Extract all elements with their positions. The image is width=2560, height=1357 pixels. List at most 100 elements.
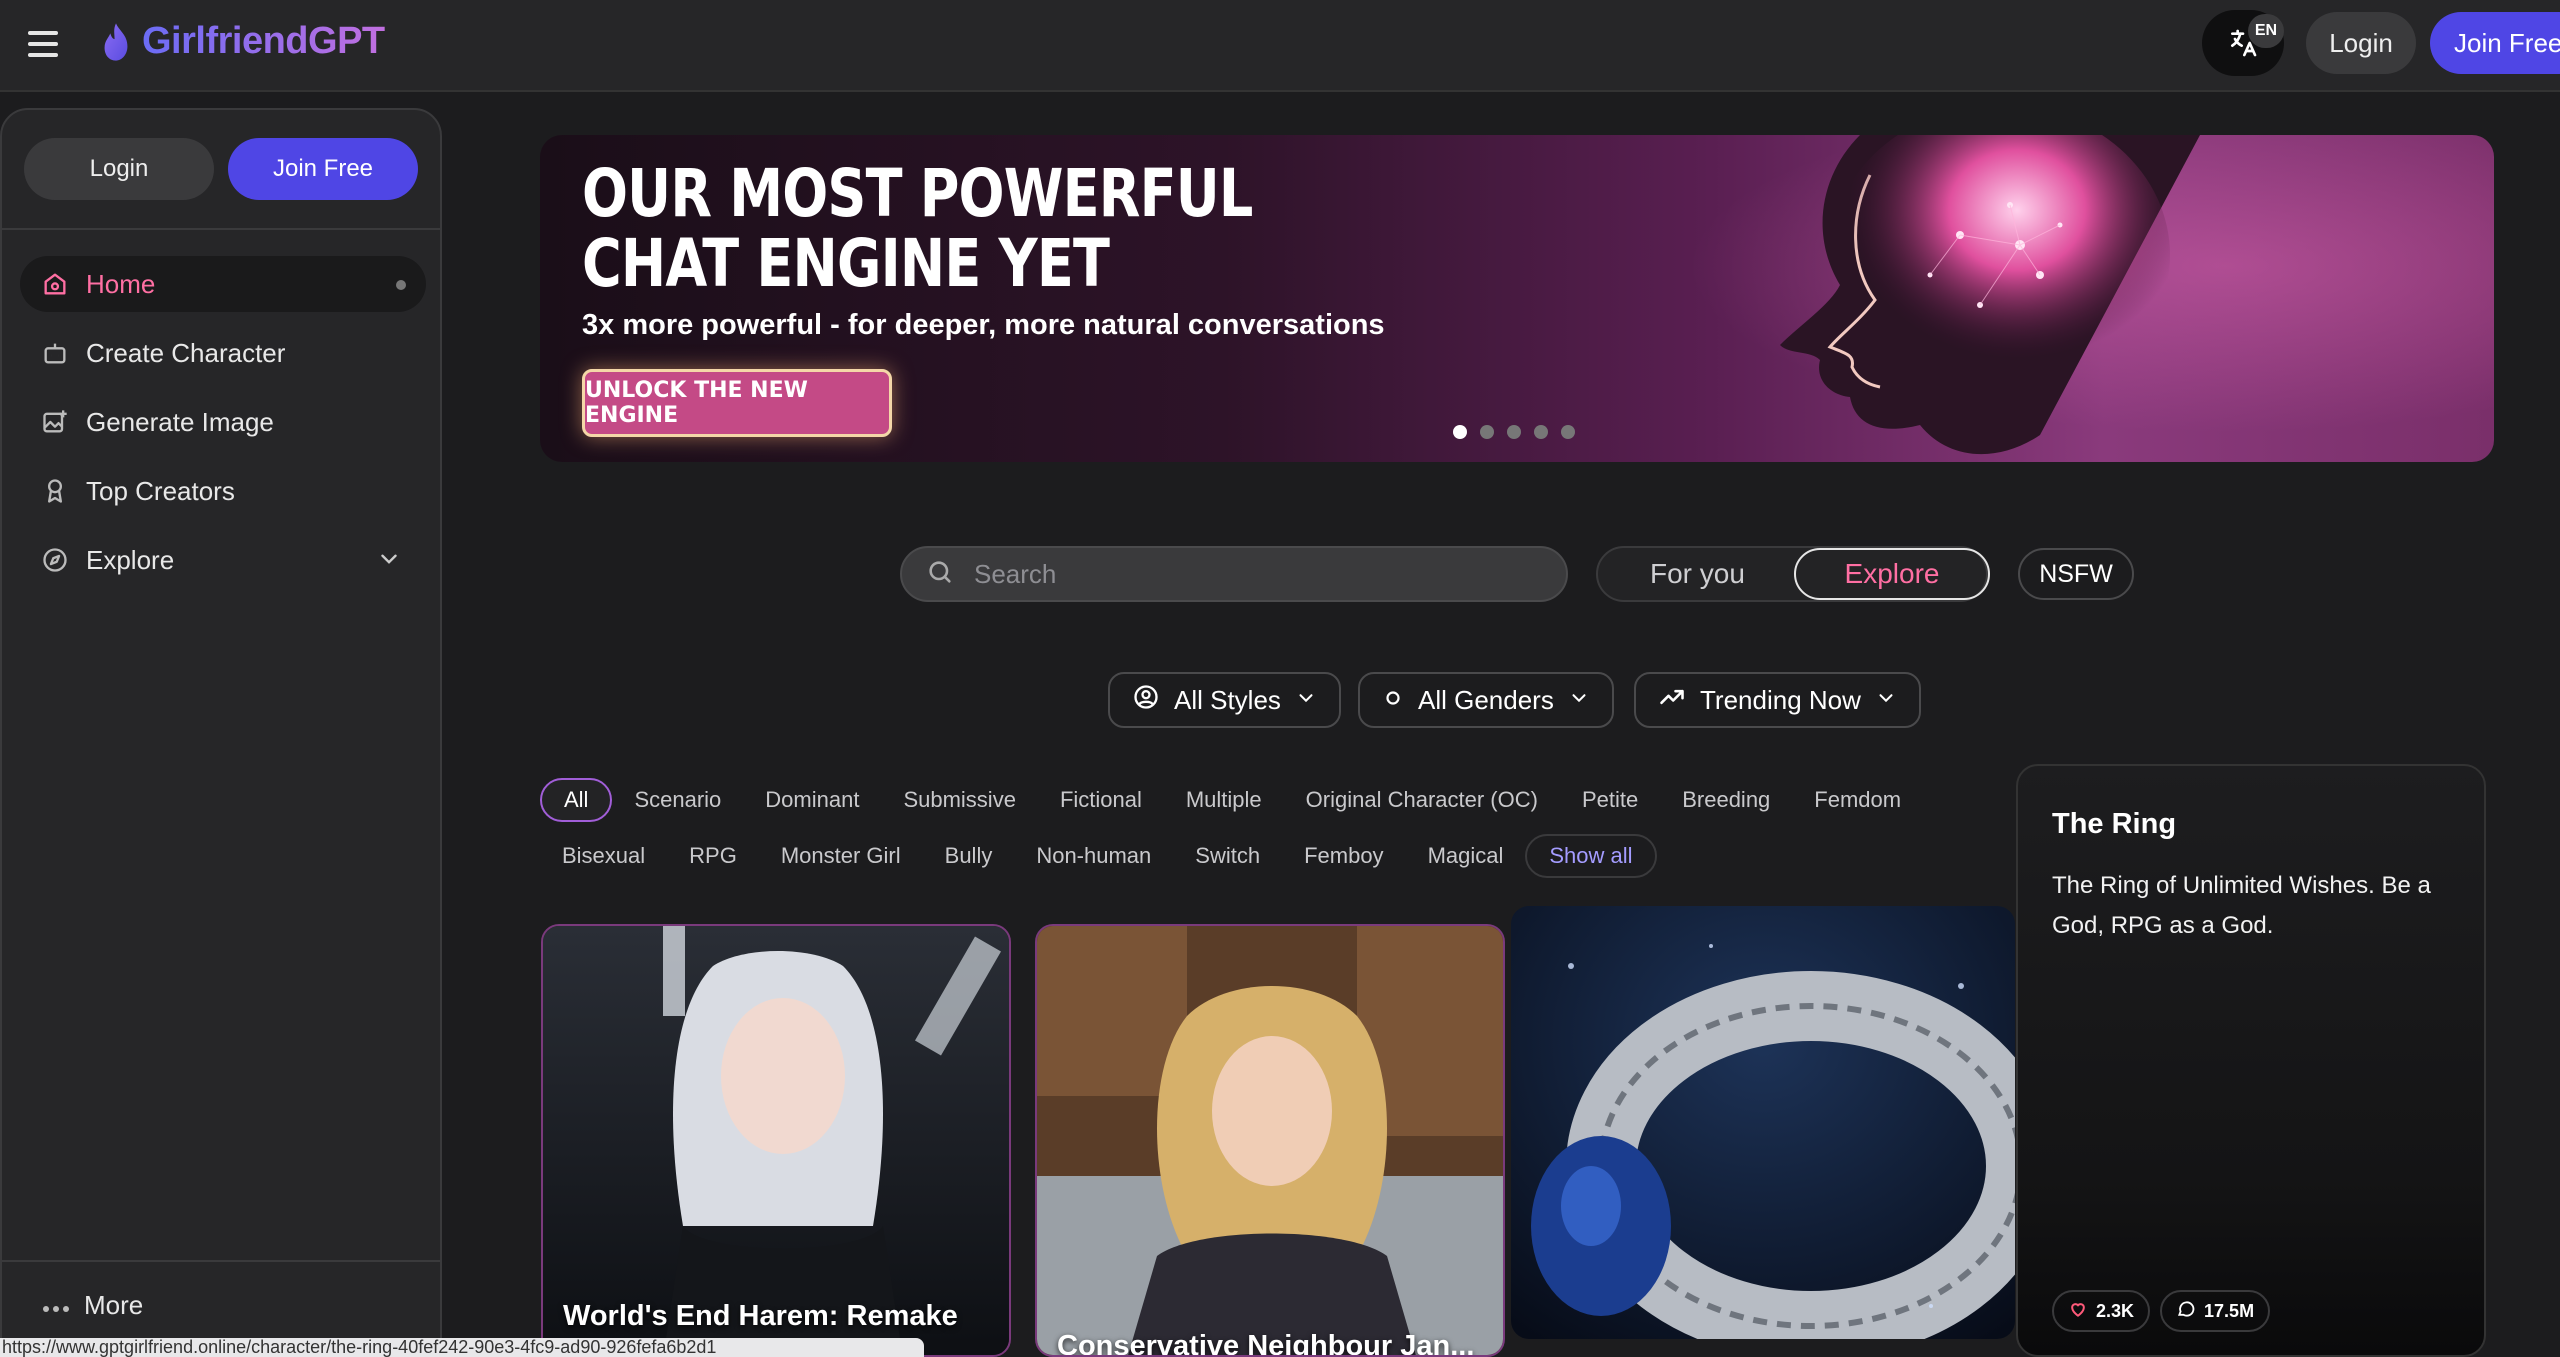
sidebar-item-top-creators[interactable]: Top Creators [20,463,426,519]
link-status-bar: https://www.gptgirlfriend.online/charact… [0,1338,924,1357]
banner-subtitle: 3x more powerful - for deeper, more natu… [582,309,1385,341]
nsfw-toggle[interactable]: NSFW [2018,548,2134,600]
divider [2,1260,442,1262]
tag-row-1: All Scenario Dominant Submissive Fiction… [540,778,1923,822]
search-placeholder: Search [974,558,1057,589]
compass-icon [40,545,70,575]
tag-original-character[interactable]: Original Character (OC) [1284,778,1560,822]
card-title: World's End Harem: Remake [563,1300,958,1332]
tag-femboy[interactable]: Femboy [1282,834,1405,878]
sort-dropdown[interactable]: Trending Now [1634,672,1921,728]
tag-magical[interactable]: Magical [1406,834,1526,878]
styles-value: All Styles [1174,684,1281,715]
feed-toggle: For you Explore [1596,546,1990,602]
tag-all[interactable]: All [540,778,613,822]
tag-row-2: Bisexual RPG Monster Girl Bully Non-huma… [540,834,1657,878]
tag-fictional[interactable]: Fictional [1038,778,1164,822]
card-image [1511,906,2015,1339]
carousel-dot[interactable] [1480,425,1494,439]
more-label: More [84,1290,144,1320]
tag-bully[interactable]: Bully [923,834,1015,878]
card-image [543,926,1009,1355]
brand-logo[interactable]: GirlfriendGPT [98,20,385,63]
tab-explore[interactable]: Explore [1794,548,1990,600]
header-join-button[interactable]: Join Free [2430,12,2560,74]
sidebar-item-label: Explore [86,544,175,575]
sidebar-login-button[interactable]: Login [24,138,214,200]
chat-bubble-icon [2176,1299,2196,1324]
banner-headline: OUR MOST POWERFUL CHAT ENGINE YET [582,159,1253,299]
tag-non-human[interactable]: Non-human [1014,834,1173,878]
genders-value: All Genders [1418,684,1554,715]
tab-for-you[interactable]: For you [1650,558,1745,590]
sidebar-item-home[interactable]: Home [20,256,426,312]
character-preview-card[interactable]: The Ring The Ring of Unlimited Wishes. B… [2016,764,2486,1357]
home-icon [40,269,70,299]
character-card[interactable]: Conservative Neighbour Jan... [1035,924,1505,1357]
more-button[interactable]: More [42,1290,143,1321]
trending-up-icon [1658,683,1686,718]
chevron-down-icon [1568,685,1590,716]
heart-icon [2068,1299,2088,1324]
tag-scenario[interactable]: Scenario [612,778,743,822]
circle-icon [1382,685,1404,716]
divider [2,228,442,230]
styles-dropdown[interactable]: All Styles [1108,672,1341,728]
tag-bisexual[interactable]: Bisexual [540,834,667,878]
top-bar: GirlfriendGPT EN Login Join Free [0,0,2560,92]
active-dot [396,280,406,290]
chevron-down-icon [1295,685,1317,716]
tag-multiple[interactable]: Multiple [1164,778,1284,822]
sidebar-item-create-character[interactable]: Create Character [20,325,426,381]
banner-artwork [1780,135,2200,455]
show-all-tags-button[interactable]: Show all [1525,834,1657,878]
carousel-dot[interactable] [1561,425,1575,439]
search-input[interactable]: Search [900,546,1568,602]
sidebar-item-generate-image[interactable]: Generate Image [20,394,426,450]
flame-icon [104,22,128,61]
messages-count: 17.5M [2204,1300,2255,1321]
tag-rpg[interactable]: RPG [667,834,759,878]
tag-petite[interactable]: Petite [1560,778,1660,822]
sidebar-item-explore[interactable]: Explore [20,532,426,588]
sort-value: Trending Now [1700,684,1861,715]
carousel-dot[interactable] [1507,425,1521,439]
chevron-down-icon[interactable] [376,546,402,579]
menu-icon[interactable] [28,26,64,62]
messages-badge[interactable]: 17.5M [2160,1290,2271,1332]
tag-switch[interactable]: Switch [1173,834,1282,878]
header-login-button[interactable]: Login [2306,12,2416,74]
preview-stats: 2.3K 17.5M [2052,1290,2271,1332]
sidebar-join-button[interactable]: Join Free [228,138,418,200]
card-title: Conservative Neighbour Jan... [1057,1330,1475,1357]
sidebar-nav: Home Create Character Generate Image Top… [20,256,426,601]
language-button[interactable]: EN [2202,10,2284,76]
character-card[interactable] [1511,906,2015,1339]
tag-breeding[interactable]: Breeding [1660,778,1792,822]
genders-dropdown[interactable]: All Genders [1358,672,1614,728]
character-card[interactable]: World's End Harem: Remake [541,924,1011,1357]
likes-count: 2.3K [2096,1300,2135,1321]
preview-title: The Ring [2052,808,2177,840]
carousel-dot[interactable] [1534,425,1548,439]
language-badge: EN [2248,14,2284,48]
search-icon [926,558,954,591]
tag-monster-girl[interactable]: Monster Girl [759,834,923,878]
sidebar: Login Join Free Home Create Character Ge… [0,108,442,1357]
tag-dominant[interactable]: Dominant [743,778,881,822]
promo-banner[interactable]: OUR MOST POWERFUL CHAT ENGINE YET 3x mor… [540,135,2494,462]
tag-femdom[interactable]: Femdom [1792,778,1923,822]
carousel-dot[interactable] [1453,425,1467,439]
carousel-dots [1453,425,1575,439]
user-circle-icon [1132,683,1160,718]
tag-submissive[interactable]: Submissive [881,778,1037,822]
award-icon [40,476,70,506]
sidebar-item-label: Top Creators [86,475,235,506]
image-plus-icon [40,407,70,437]
brand-name: GirlfriendGPT [142,20,385,62]
headline-line-1: OUR MOST POWERFUL [582,155,1253,232]
likes-badge[interactable]: 2.3K [2052,1290,2151,1332]
sidebar-item-label: Generate Image [86,406,274,437]
preview-description: The Ring of Unlimited Wishes. Be a God, … [2052,872,2431,939]
unlock-engine-button[interactable]: UNLOCK THE NEW ENGINE [582,369,892,437]
